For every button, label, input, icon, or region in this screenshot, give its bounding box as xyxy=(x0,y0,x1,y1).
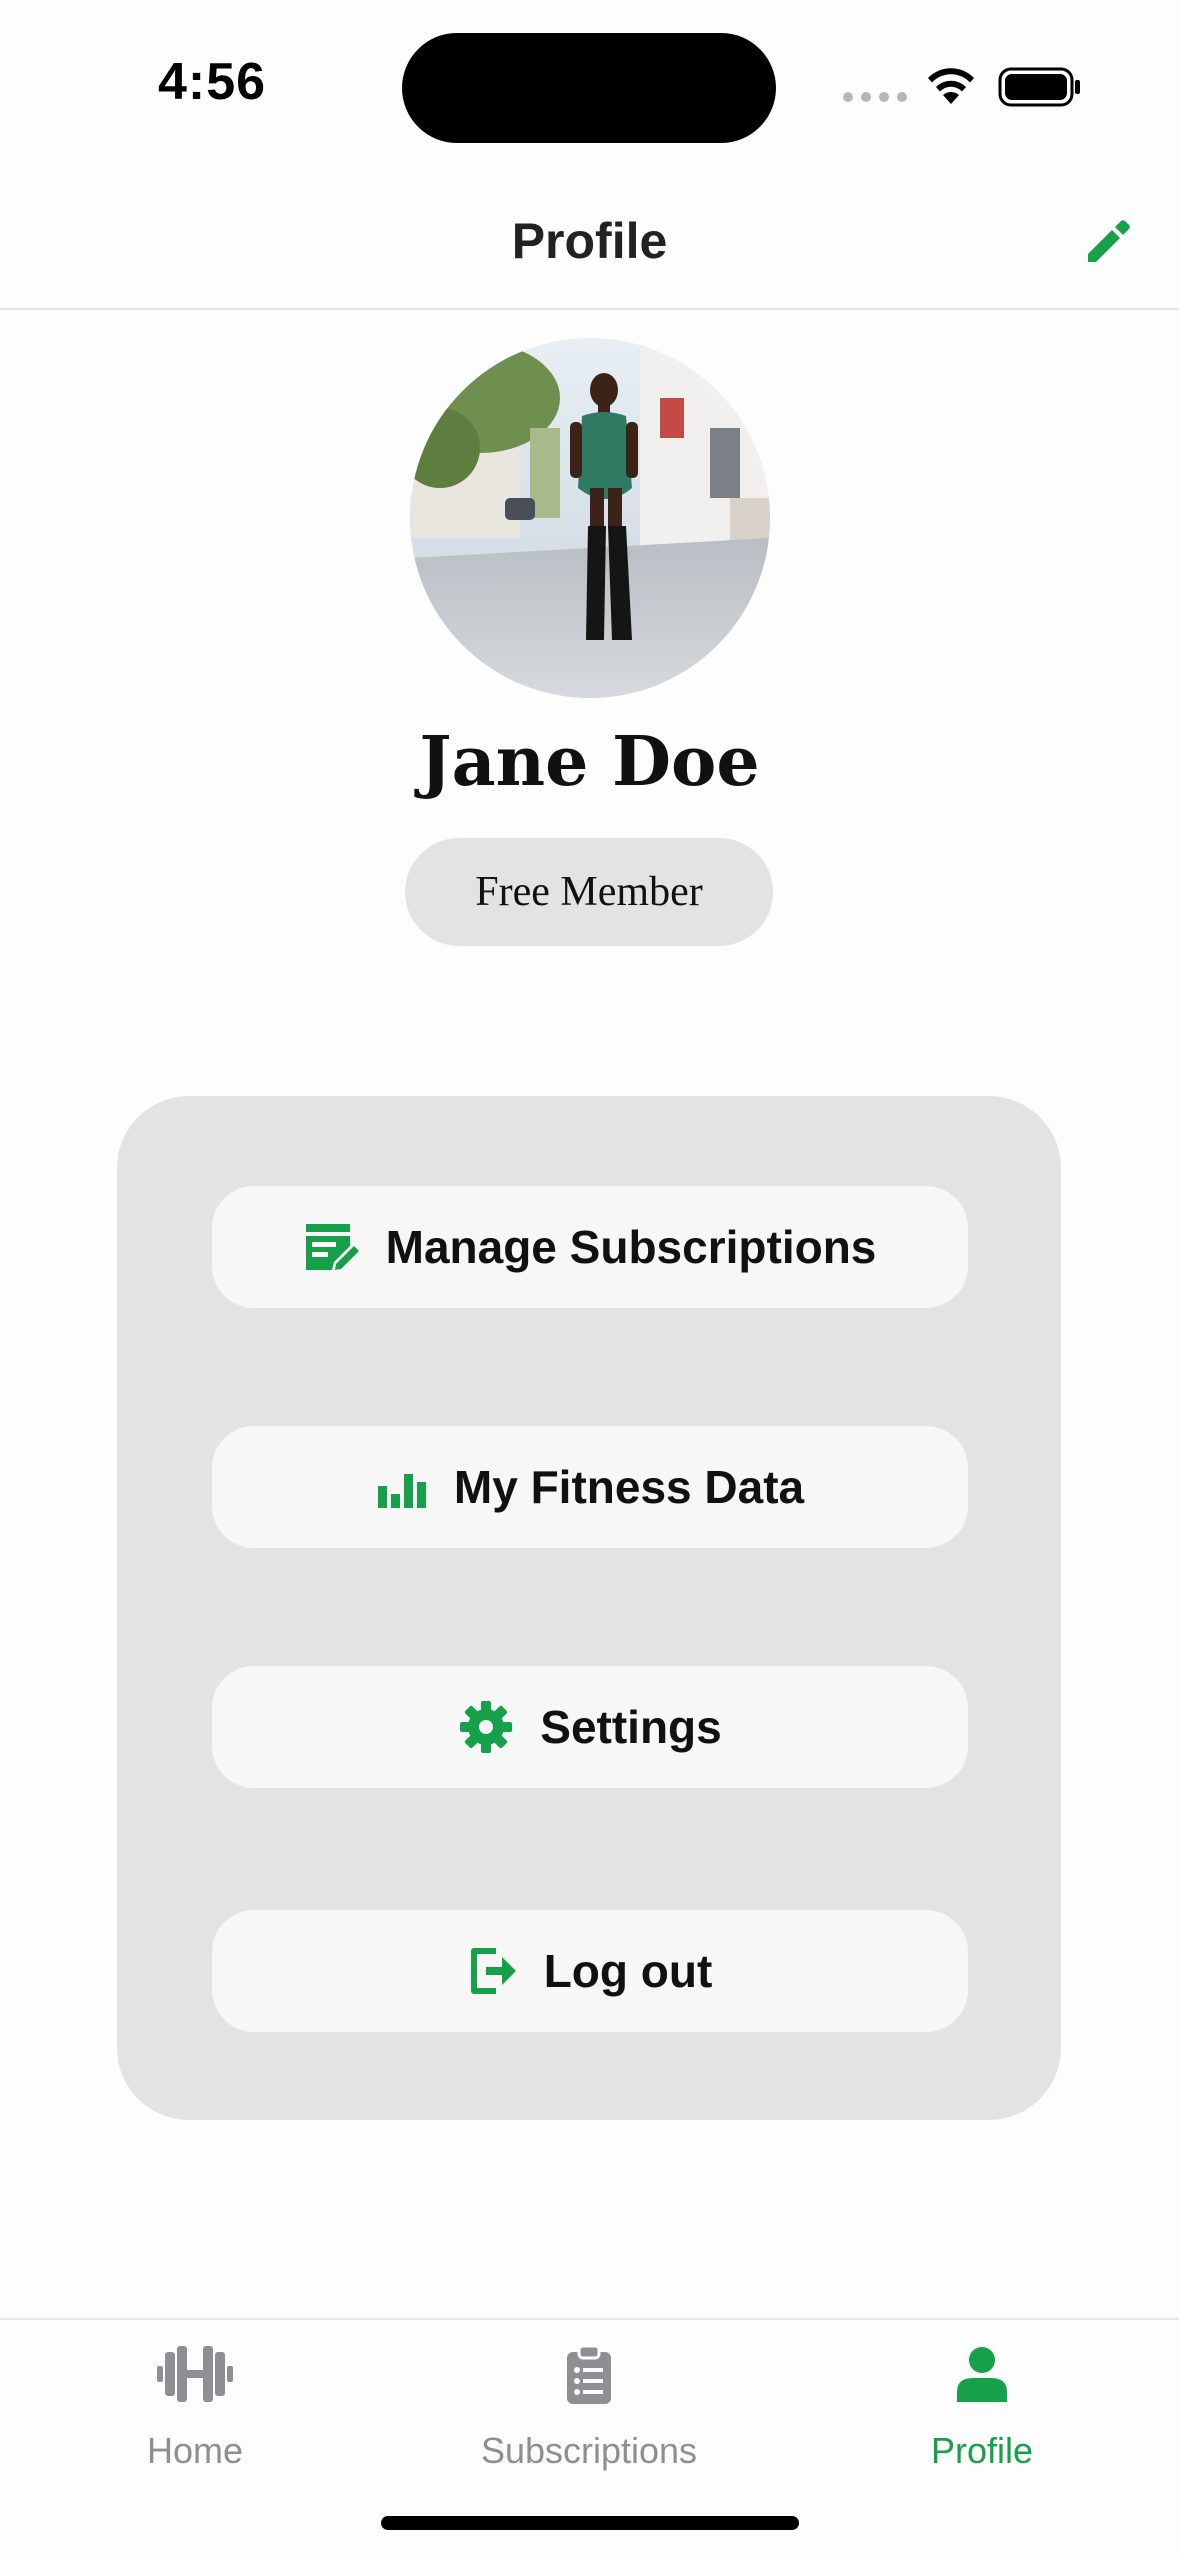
settings-button[interactable]: Settings xyxy=(212,1666,968,1788)
tab-subscriptions[interactable]: Subscriptions xyxy=(439,2320,739,2490)
nav-header: Profile xyxy=(0,170,1179,310)
status-bar: 4:56 xyxy=(0,0,1179,170)
dumbbell-icon xyxy=(157,2346,233,2402)
dynamic-island xyxy=(402,33,776,143)
battery-icon xyxy=(998,67,1080,107)
membership-badge: Free Member xyxy=(405,838,773,946)
person-icon xyxy=(957,2347,1007,2402)
clipboard-icon xyxy=(567,2346,611,2404)
tab-home[interactable]: Home xyxy=(45,2320,345,2490)
subscription-edit-icon xyxy=(305,1224,359,1270)
tab-profile-label: Profile xyxy=(930,2430,1034,2471)
status-time: 4:56 xyxy=(158,53,267,111)
manage-subscriptions-button[interactable]: Manage Subscriptions xyxy=(212,1186,968,1308)
fitness-data-label: My Fitness Data xyxy=(453,1461,805,1513)
bar-chart-icon xyxy=(377,1474,426,1508)
logout-button[interactable]: Log out xyxy=(212,1910,968,2032)
logout-icon xyxy=(470,1948,516,1994)
cellular-signal-icon xyxy=(843,92,907,102)
manage-subscriptions-label: Manage Subscriptions xyxy=(385,1221,877,1273)
home-indicator xyxy=(381,2516,799,2530)
profile-menu-card: Manage Subscriptions My Fitness Data Set… xyxy=(117,1096,1061,2120)
tab-home-label: Home xyxy=(146,2430,244,2471)
avatar xyxy=(410,338,770,698)
fitness-data-button[interactable]: My Fitness Data xyxy=(212,1426,968,1548)
logout-label: Log out xyxy=(543,1945,713,1997)
page-title: Profile xyxy=(511,213,668,269)
tab-profile[interactable]: Profile xyxy=(832,2320,1132,2490)
settings-label: Settings xyxy=(540,1701,722,1753)
user-name: Jane Doe xyxy=(419,722,760,802)
pencil-icon[interactable] xyxy=(1080,214,1136,270)
tab-subscriptions-label: Subscriptions xyxy=(480,2430,698,2471)
avatar-photo xyxy=(410,338,770,698)
wifi-icon xyxy=(928,68,974,104)
gear-icon xyxy=(460,1701,513,1753)
